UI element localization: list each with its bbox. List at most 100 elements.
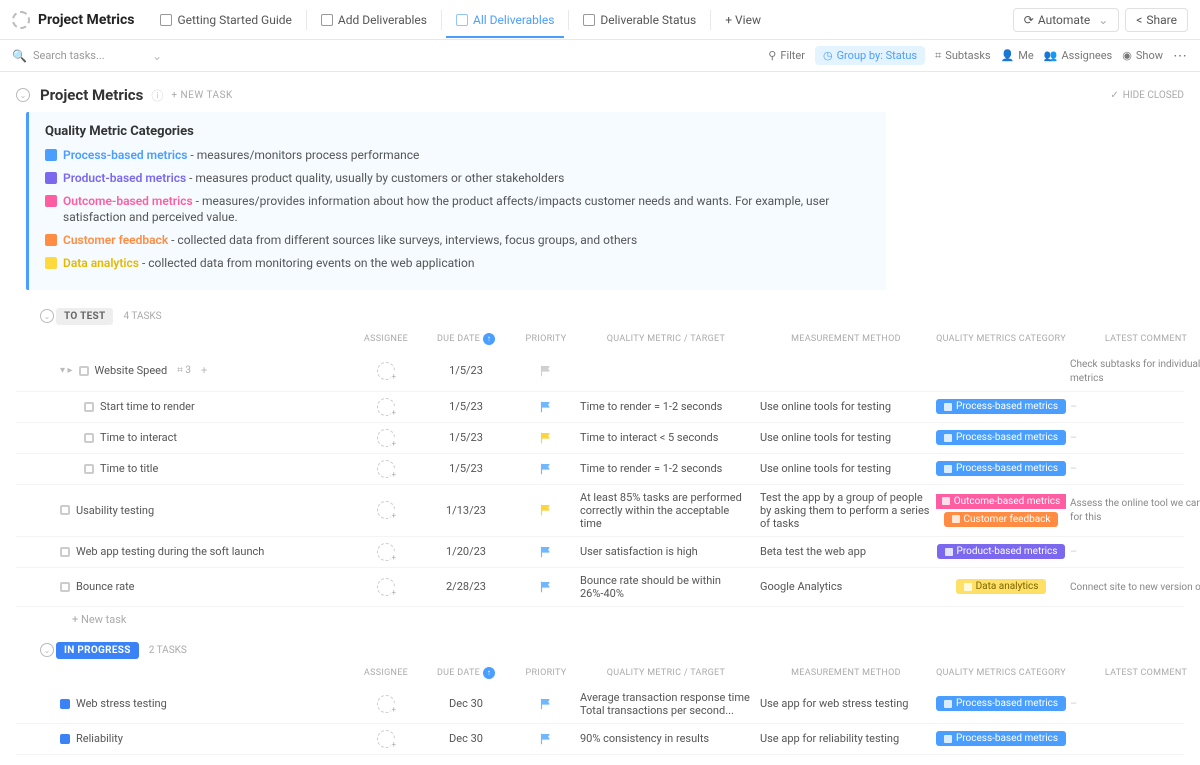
search-input[interactable]: 🔍 Search tasks... ⌄	[12, 49, 162, 63]
priority-flag-icon[interactable]	[540, 365, 552, 377]
filter-button[interactable]: ⚲Filter	[768, 49, 805, 62]
group-by-button[interactable]: ◷Group by: Status	[815, 46, 925, 65]
status-square-icon[interactable]	[60, 505, 70, 515]
category-badge[interactable]: Process-based metrics	[936, 731, 1066, 746]
category-badge[interactable]: Customer feedback	[944, 512, 1059, 527]
task-row[interactable]: ReliabilityDec 3090% consistency in resu…	[16, 724, 1184, 755]
subtasks-icon: ⌗	[935, 49, 941, 63]
sort-icon[interactable]: ↑	[483, 667, 495, 679]
col-assignee: ASSIGNEE	[356, 334, 416, 344]
add-task-row[interactable]: + New task	[16, 607, 1184, 632]
collapse-group-icon[interactable]: ⌄	[40, 643, 54, 657]
share-button[interactable]: <Share	[1125, 8, 1188, 32]
priority-flag-icon[interactable]	[540, 581, 552, 593]
due-date[interactable]: 1/5/23	[416, 364, 516, 377]
tab-add-deliverables[interactable]: Add Deliverables	[311, 3, 437, 37]
due-date[interactable]: 2/28/23	[416, 580, 516, 593]
task-row[interactable]: Time to interact1/5/23Time to interact <…	[16, 423, 1184, 454]
task-row[interactable]: Start time to render1/5/23Time to render…	[16, 392, 1184, 423]
assignee-avatar[interactable]	[377, 543, 395, 561]
doc-icon	[456, 14, 468, 26]
priority-flag-icon[interactable]	[540, 432, 552, 444]
assignee-avatar[interactable]	[377, 501, 395, 519]
task-row[interactable]: Time to title1/5/23Time to render = 1-2 …	[16, 454, 1184, 485]
due-date[interactable]: 1/5/23	[416, 400, 516, 413]
task-row[interactable]: Web stress testingDec 30Average transact…	[16, 685, 1184, 724]
category-badge[interactable]: Process-based metrics	[936, 696, 1066, 711]
me-button[interactable]: 👤Me	[1001, 49, 1034, 62]
collapse-section-icon[interactable]: ⌄	[16, 88, 30, 102]
category-description: Product-based metrics - measures product…	[45, 170, 870, 187]
project-title[interactable]: Project Metrics	[38, 12, 134, 28]
category-badge[interactable]: Process-based metrics	[936, 461, 1066, 476]
category-badge[interactable]: Process-based metrics	[936, 430, 1066, 445]
priority-flag-icon[interactable]	[540, 401, 552, 413]
priority-flag-icon[interactable]	[540, 463, 552, 475]
collapse-group-icon[interactable]: ⌄	[40, 309, 54, 323]
info-icon[interactable]: ⓘ	[151, 87, 163, 104]
tab-all-deliverables[interactable]: All Deliverables	[446, 3, 564, 37]
subtask-count[interactable]: ⌗ 3	[177, 365, 191, 376]
status-square-icon[interactable]	[60, 582, 70, 592]
category-badge[interactable]: Outcome-based metrics	[936, 494, 1066, 509]
sort-icon[interactable]: ↑	[483, 333, 495, 345]
tab-getting-started-guide[interactable]: Getting Started Guide	[150, 3, 301, 37]
assignee-avatar[interactable]	[377, 429, 395, 447]
due-date[interactable]: 1/5/23	[416, 462, 516, 475]
assignee-avatar[interactable]	[377, 695, 395, 713]
task-count: 4 TASKS	[123, 311, 161, 322]
due-date[interactable]: 1/5/23	[416, 431, 516, 444]
priority-flag-icon[interactable]	[540, 504, 552, 516]
subtasks-button[interactable]: ⌗Subtasks	[935, 49, 991, 63]
status-square-icon[interactable]	[60, 547, 70, 557]
category-icon	[45, 195, 57, 207]
expand-subtasks-icon[interactable]: ▾ ▸	[60, 365, 73, 376]
status-square-icon[interactable]	[60, 699, 70, 709]
priority-flag-icon[interactable]	[540, 733, 552, 745]
task-row[interactable]: Usability testing1/13/23At least 85% tas…	[16, 485, 1184, 537]
comment-cell: –	[1066, 400, 1200, 413]
assignee-avatar[interactable]	[377, 730, 395, 748]
priority-flag-icon[interactable]	[540, 698, 552, 710]
status-square-icon[interactable]	[84, 402, 94, 412]
task-row[interactable]: Bounce rate2/28/23Bounce rate should be …	[16, 568, 1184, 607]
add-subtask-button[interactable]: +	[201, 364, 207, 377]
due-date[interactable]: 1/20/23	[416, 545, 516, 558]
assignee-avatar[interactable]	[377, 362, 395, 380]
tab-deliverable-status[interactable]: Deliverable Status	[573, 3, 706, 37]
due-date[interactable]: 1/13/23	[416, 504, 516, 517]
category-cell: Product-based metrics	[936, 544, 1066, 559]
category-badge[interactable]: Product-based metrics	[937, 544, 1066, 559]
status-square-icon[interactable]	[84, 433, 94, 443]
status-square-icon[interactable]	[79, 366, 89, 376]
priority-flag-icon[interactable]	[540, 546, 552, 558]
show-button[interactable]: ◉Show	[1122, 49, 1163, 62]
more-menu-button[interactable]: ⋯	[1173, 48, 1188, 64]
assignees-button[interactable]: 👥Assignees	[1044, 49, 1113, 62]
share-icon: <	[1136, 13, 1142, 27]
category-badge[interactable]: Process-based metrics	[936, 399, 1066, 414]
assignee-avatar[interactable]	[377, 578, 395, 596]
hide-closed-button[interactable]: ✓HIDE CLOSED	[1110, 90, 1184, 101]
task-name: Time to title	[100, 462, 158, 475]
new-task-button[interactable]: + NEW TASK	[171, 90, 232, 101]
category-icon	[45, 234, 57, 246]
category-cell: Process-based metrics	[936, 399, 1066, 414]
due-date[interactable]: Dec 30	[416, 732, 516, 745]
status-square-icon[interactable]	[84, 464, 94, 474]
category-badge[interactable]: Data analytics	[956, 579, 1047, 594]
col-priority: PRIORITY	[516, 334, 576, 344]
task-row[interactable]: ▾ ▸Website Speed⌗ 3+1/5/23Check subtasks…	[16, 351, 1184, 392]
assignee-avatar[interactable]	[377, 398, 395, 416]
status-pill[interactable]: TO TEST	[56, 308, 113, 325]
eye-icon: ◉	[1122, 49, 1132, 62]
status-pill[interactable]: IN PROGRESS	[56, 642, 139, 659]
task-row[interactable]: Web app testing during the soft launch1/…	[16, 537, 1184, 568]
status-square-icon[interactable]	[60, 734, 70, 744]
due-date[interactable]: Dec 30	[416, 697, 516, 710]
automate-button[interactable]: ⟳Automate⌄	[1013, 8, 1120, 32]
chevron-down-icon[interactable]: ⌄	[152, 49, 162, 63]
description-note: Quality Metric Categories Process-based …	[26, 112, 886, 290]
add-view-button[interactable]: + View	[715, 3, 771, 37]
assignee-avatar[interactable]	[377, 460, 395, 478]
